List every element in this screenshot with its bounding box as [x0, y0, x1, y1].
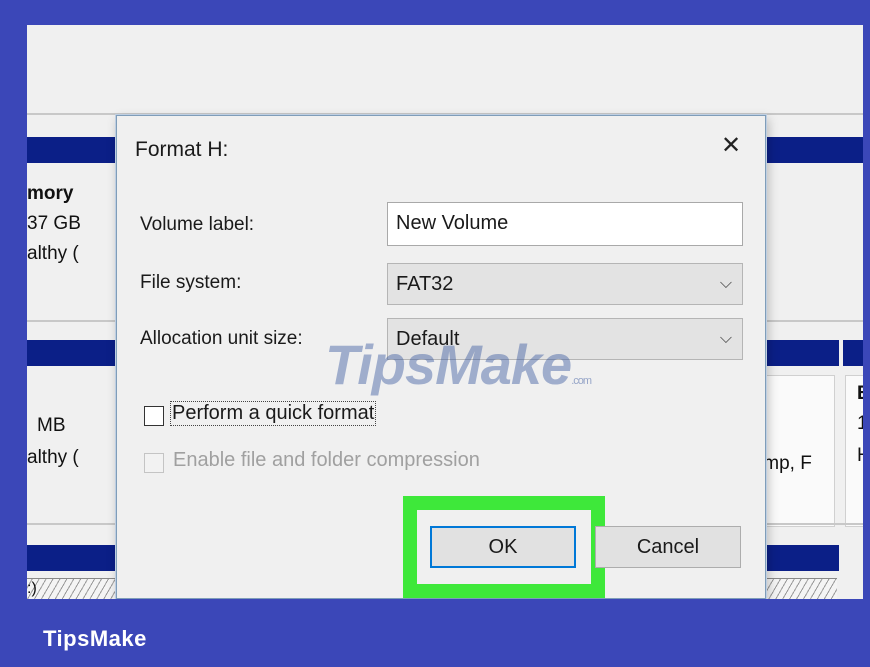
chevron-down-icon: ⌵: [719, 275, 732, 292]
disk-header-bar: [843, 340, 863, 366]
quick-format-checkbox[interactable]: [144, 406, 164, 426]
partition-status: H: [857, 445, 863, 467]
watermark-text: TipsMake: [325, 333, 572, 396]
ok-button[interactable]: OK: [430, 526, 576, 568]
disk-status: althy (: [27, 243, 79, 264]
close-icon[interactable]: ✕: [717, 132, 745, 160]
file-system-select[interactable]: FAT32 ⌵: [387, 263, 743, 305]
file-system-value: FAT32: [396, 273, 454, 295]
dialog-title: Format H:: [135, 138, 229, 161]
compression-label: Enable file and folder compression: [173, 449, 480, 471]
volume-label-label: Volume label:: [140, 214, 255, 235]
disk-size: MB: [37, 415, 66, 436]
format-dialog: Format H: ✕ Volume label: New Volume Fil…: [116, 115, 766, 599]
allocation-size-label: Allocation unit size:: [140, 328, 303, 349]
disk-name: mory: [27, 183, 74, 204]
partition-letter: E: [857, 383, 863, 405]
volume-label-input[interactable]: New Volume: [387, 202, 743, 246]
brand-logo: TipsMake: [43, 626, 147, 651]
partition-label: :): [27, 580, 37, 597]
disk-size: 37 GB: [27, 213, 81, 234]
file-system-label: File system:: [140, 272, 242, 293]
chevron-down-icon: ⌵: [719, 330, 732, 347]
disk-management-window: mory 37 GB althy ( MB althy ( Dump, F E …: [27, 25, 863, 599]
compression-checkbox: [144, 453, 164, 473]
disk-status: althy (: [27, 447, 79, 468]
watermark-logo: TipsMake.com: [325, 332, 592, 397]
watermark-suffix: .com: [571, 375, 592, 387]
quick-format-label[interactable]: Perform a quick format: [169, 401, 377, 426]
partition-size: 1: [857, 413, 863, 434]
cancel-button[interactable]: Cancel: [595, 526, 741, 568]
